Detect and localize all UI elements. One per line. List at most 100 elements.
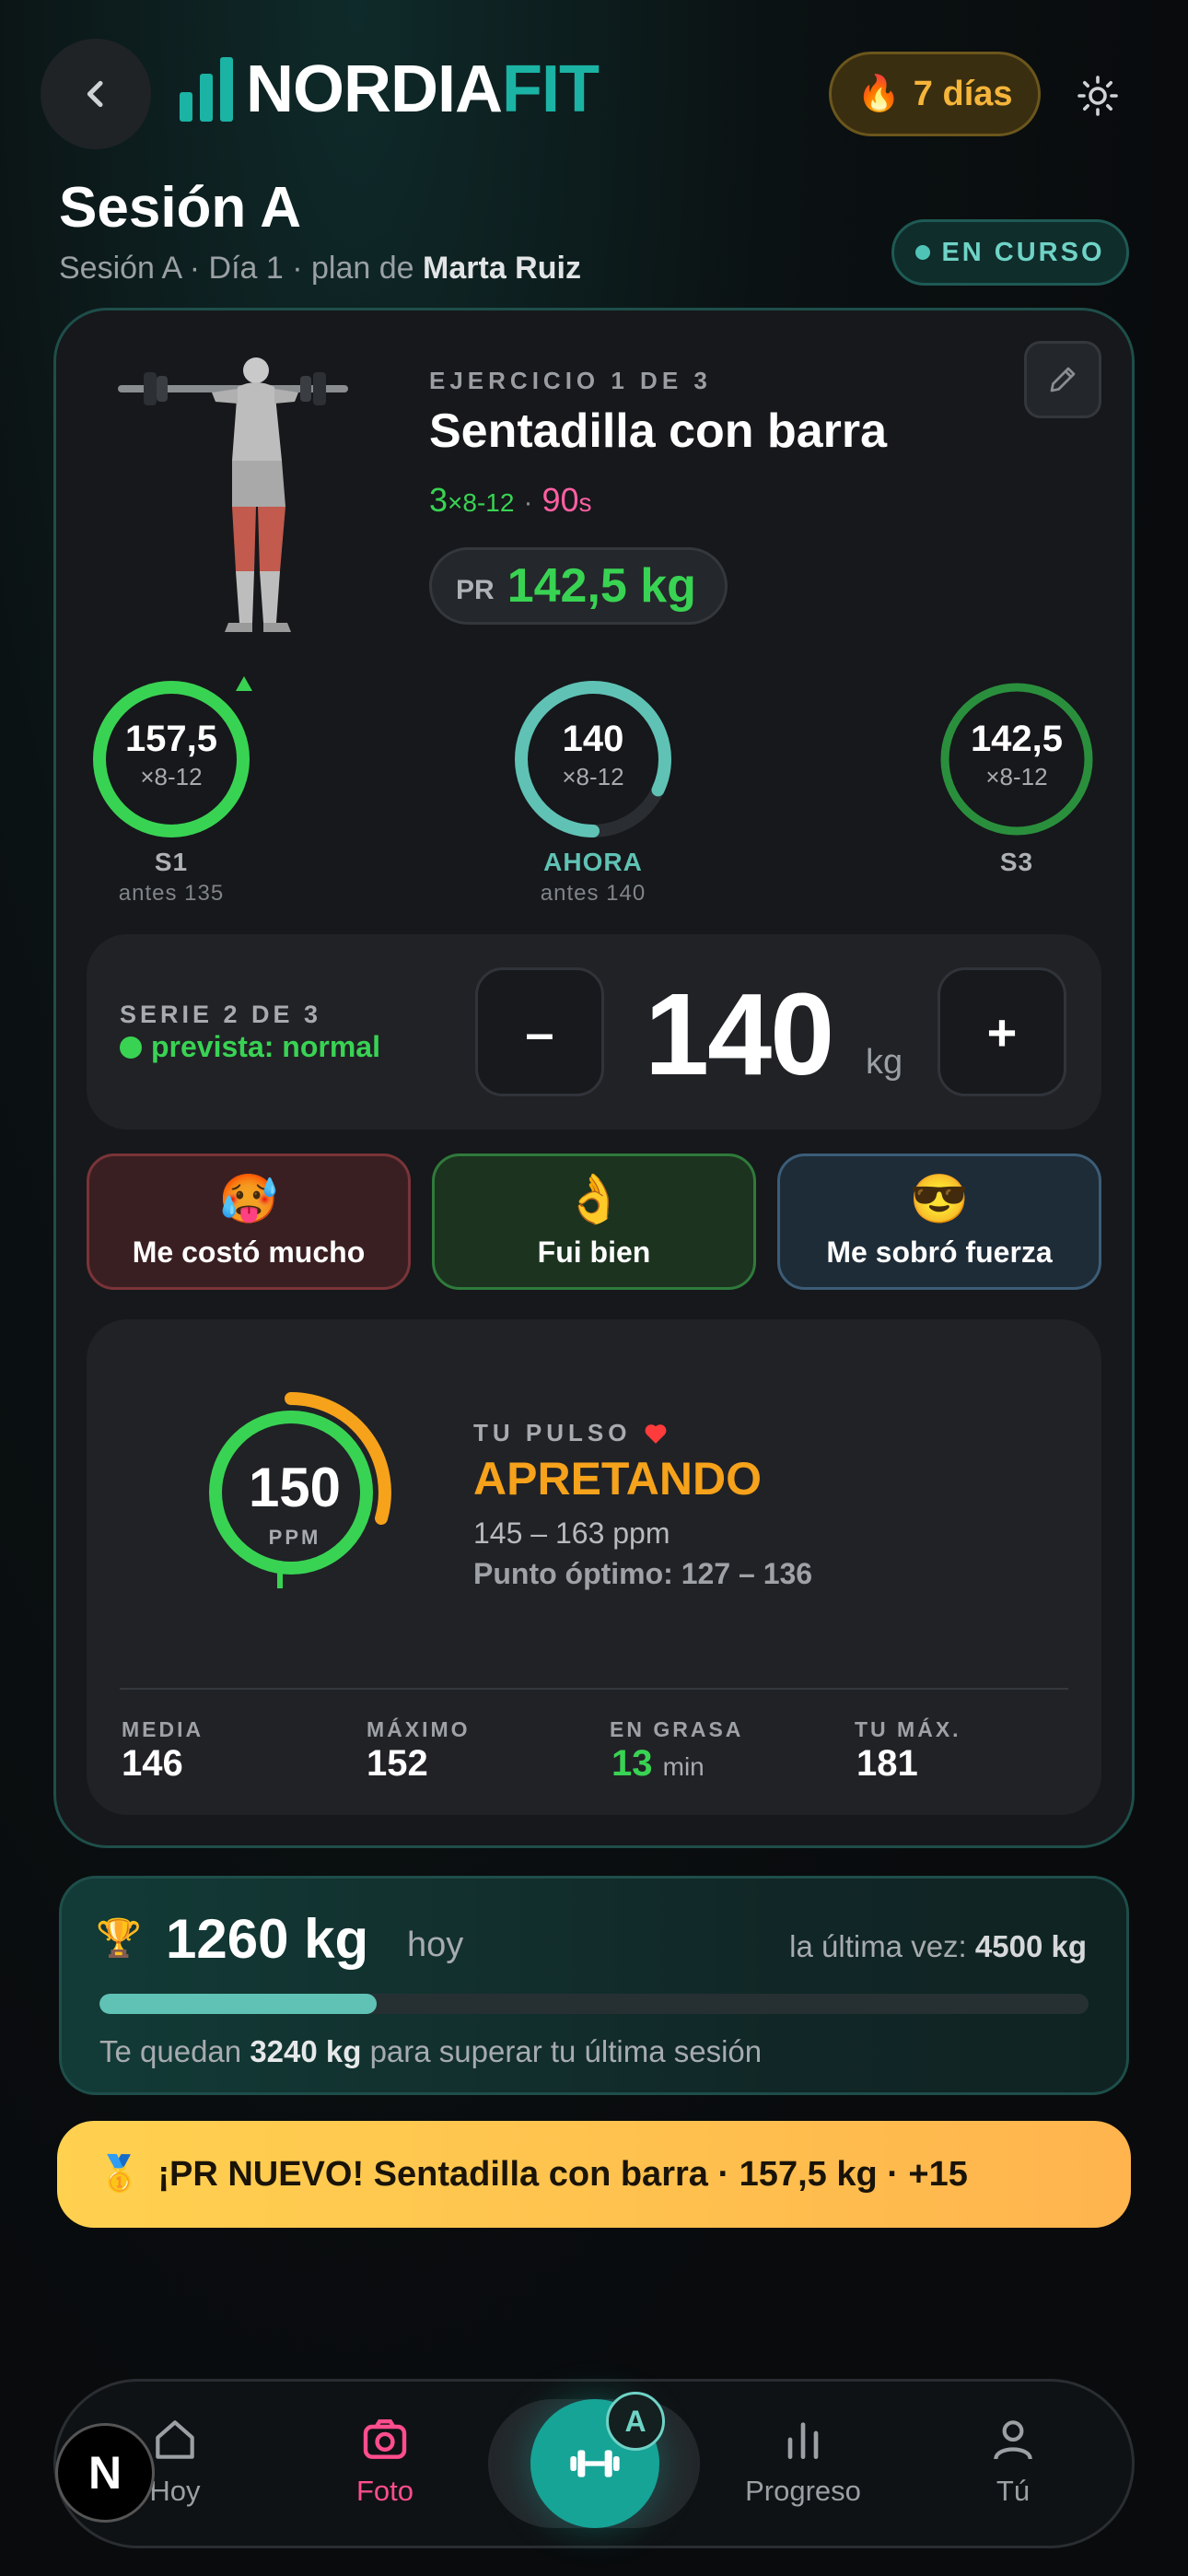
theme-toggle-sun-icon[interactable] [1076, 74, 1120, 118]
ok-hand-icon: 👌 [564, 1172, 624, 1226]
status-dot [915, 245, 931, 260]
feel-easy-button[interactable]: 😎 Me sobró fuerza [777, 1153, 1101, 1290]
stat-fat-burn: 13 min [611, 1743, 705, 1785]
set-ring-3[interactable]: 142,5 ×8-12 S3 [936, 678, 1098, 876]
nav-label-hoy: Hoy [149, 2475, 201, 2507]
logo-text-accent: FIT [502, 53, 600, 126]
corner-badge[interactable]: N [55, 2423, 155, 2523]
edit-exercise-button[interactable] [1024, 341, 1101, 418]
pr-value: 142,5 kg [507, 559, 696, 613]
hot-face-icon: 🥵 [218, 1172, 279, 1226]
set-ring-1[interactable]: 157,5 ×8-12 S1 antes 135 [90, 678, 252, 906]
feel-easy-label: Me sobró fuerza [826, 1235, 1053, 1269]
weight-unit: kg [866, 1043, 903, 1082]
bpm-unit: PPM [268, 1526, 321, 1549]
rest-unit: s [578, 488, 592, 517]
toast-text: ¡PR NUEVO! Sentadilla con barra · 157,5 … [157, 2154, 968, 2194]
set-ring-previous: antes 140 [540, 881, 646, 906]
back-button[interactable] [41, 39, 151, 149]
sets-count: 3 [429, 481, 448, 519]
exercise-prescription: 3×8-12 · 90s [429, 481, 592, 520]
medal-icon: 🥇 [98, 2155, 142, 2194]
pulse-range: 145 – 163 ppm [473, 1516, 670, 1550]
set-ring-label: S3 [999, 848, 1034, 876]
bar-chart-icon [787, 2422, 819, 2459]
nav-item-foto[interactable]: Foto [302, 2414, 468, 2508]
decrease-weight-button[interactable]: – [475, 967, 604, 1096]
streak-badge[interactable]: 🔥 7 días [829, 52, 1041, 136]
bpm-value: 150 [248, 1457, 342, 1518]
set-ring-reps: ×8-12 [140, 763, 203, 790]
exercise-name: Sentadilla con barra [429, 404, 888, 458]
sunglasses-face-icon: 😎 [909, 1172, 970, 1226]
fire-icon: 🔥 [856, 75, 901, 113]
remaining-suffix: para superar tu última sesión [361, 2034, 763, 2068]
chevron-left-icon [87, 80, 103, 108]
trophy-icon: 🏆 [96, 1918, 142, 1959]
set-counter: SERIE 2 DE 3 [120, 1001, 322, 1028]
increase-weight-button[interactable]: + [938, 967, 1066, 1096]
nav-item-progreso[interactable]: Progreso [720, 2414, 886, 2508]
set-ring-previous: antes 135 [118, 881, 225, 906]
page-title: Sesión A [59, 176, 301, 240]
status-badge: EN CURSO [891, 219, 1129, 286]
volume-last-session: la última vez: 4500 kg [789, 1929, 1087, 1964]
set-ring-label: AHORA [543, 848, 643, 876]
pulse-label-text: TU PULSO [473, 1419, 632, 1446]
set-forecast: prevista: normal [120, 1030, 380, 1064]
stat-fat-burn-unit: min [662, 1752, 705, 1781]
pencil-icon [1050, 367, 1076, 392]
feel-hard-label: Me costó mucho [132, 1235, 366, 1269]
reps-range: ×8-12 [448, 488, 515, 517]
set-ring-weight: 157,5 [124, 719, 218, 759]
feel-good-button[interactable]: 👌 Fui bien [432, 1153, 756, 1290]
status-label: EN CURSO [941, 237, 1105, 267]
workout-badge: A [606, 2392, 665, 2451]
volume-progress-fill [99, 1994, 377, 2014]
nav-item-tu[interactable]: Tú [930, 2414, 1096, 2508]
stat-your-max-label: TU MÁX. [855, 1717, 961, 1741]
nav-label-foto: Foto [355, 2475, 414, 2507]
set-ring-weight: 140 [562, 719, 624, 759]
pulse-label: TU PULSO [473, 1419, 668, 1447]
increase-indicator-icon [236, 676, 252, 691]
camera-icon [363, 2418, 407, 2459]
divider [120, 1688, 1068, 1690]
stat-fat-burn-label: EN GRASA [610, 1717, 744, 1741]
squat-figure-image [118, 357, 348, 632]
volume-today-label: hoy [407, 1926, 464, 1964]
feel-hard-button[interactable]: 🥵 Me costó mucho [87, 1153, 411, 1290]
set-ring-reps: ×8-12 [562, 763, 624, 790]
weight-value: 140 [645, 969, 834, 1099]
stat-fat-burn-value: 13 [611, 1743, 653, 1784]
pr-label: PR [456, 575, 495, 605]
session-subtitle: Sesión A · Día 1 · plan de Marta Ruiz [59, 251, 581, 287]
forecast-label: prevista: normal [151, 1030, 380, 1063]
stat-average-label: MEDIA [122, 1717, 204, 1741]
nav-label-progreso: Progreso [745, 2475, 861, 2507]
last-session-label: la última vez: [789, 1929, 975, 1963]
set-ring-2[interactable]: 140 ×8-12 AHORA antes 140 [512, 678, 674, 906]
app-logo: NORDIAFIT [180, 56, 600, 123]
pulse-state: APRETANDO [473, 1453, 762, 1505]
streak-label: 7 días [913, 74, 1013, 113]
nav-label-tu: Tú [996, 2475, 1031, 2507]
remaining-value: 3240 kg [250, 2034, 362, 2068]
set-ring-weight: 142,5 [970, 719, 1064, 759]
home-icon [156, 2420, 194, 2459]
remaining-prefix: Te quedan [99, 2034, 250, 2068]
logo-text: NORDIA [246, 53, 503, 126]
last-session-value: 4500 kg [974, 1929, 1087, 1963]
volume-progress-bar [99, 1994, 1089, 2014]
pulse-optimal: Punto óptimo: 127 – 136 [473, 1557, 813, 1590]
volume-remaining: Te quedan 3240 kg para superar tu última… [99, 2034, 762, 2069]
new-pr-toast[interactable]: 🥇 ¡PR NUEVO! Sentadilla con barra · 157,… [57, 2121, 1131, 2228]
stat-max-value: 152 [367, 1743, 428, 1784]
stat-max-label: MÁXIMO [367, 1717, 471, 1741]
separator-dot: · [523, 487, 533, 518]
exercise-counter: EJERCICIO 1 DE 3 [429, 367, 712, 394]
user-icon [994, 2420, 1032, 2460]
logo-bars-icon [180, 57, 233, 122]
feel-good-label: Fui bien [537, 1235, 651, 1269]
pr-badge: PR 142,5 kg [429, 547, 728, 625]
